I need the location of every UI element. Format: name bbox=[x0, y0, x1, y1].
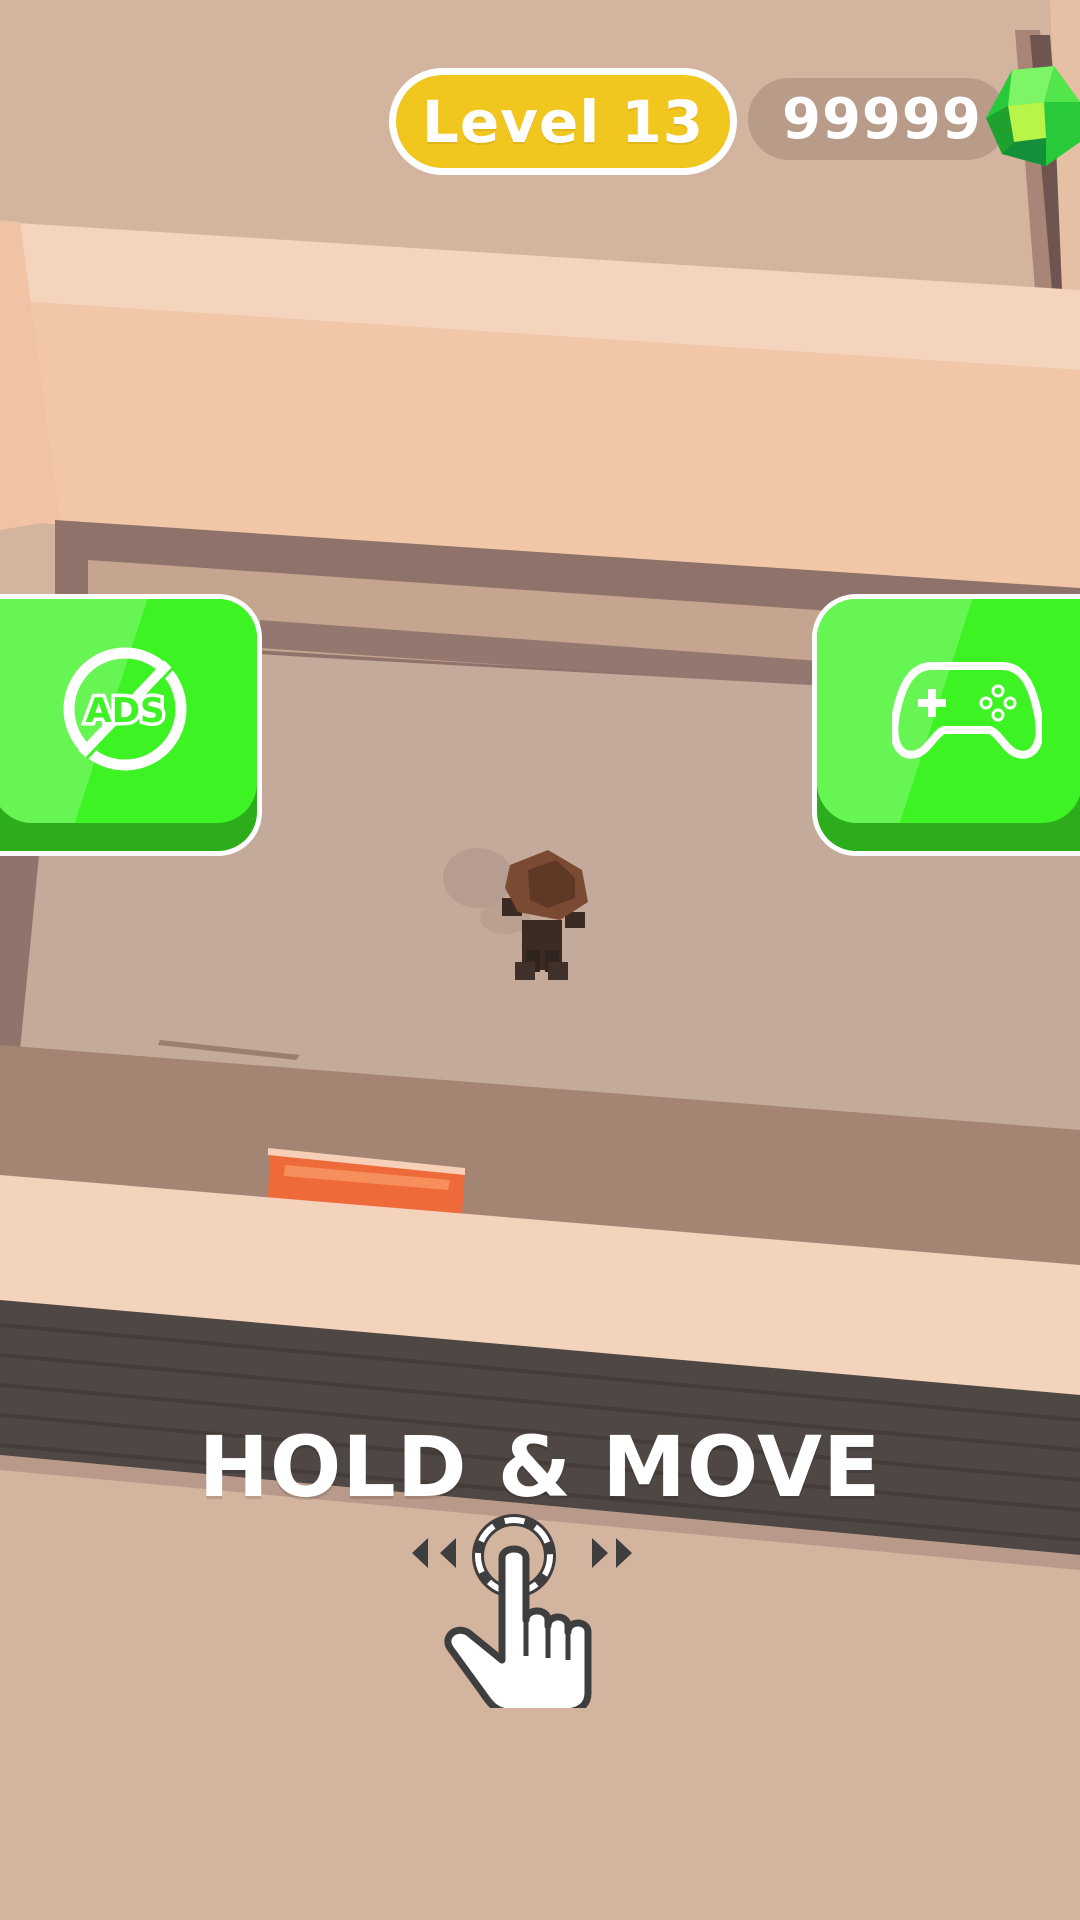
green-gem-icon bbox=[986, 66, 1080, 166]
gamepad-icon bbox=[892, 662, 1042, 759]
gem-count: 99999 bbox=[782, 86, 982, 152]
no-ads-icon: ADS bbox=[63, 647, 187, 771]
level-indicator: Level 13 bbox=[389, 68, 737, 175]
gem-counter: 99999 bbox=[748, 78, 1008, 160]
tutorial-hint-text: HOLD & MOVE bbox=[198, 1418, 882, 1516]
tap-hand-icon bbox=[412, 1514, 632, 1708]
more-games-button[interactable] bbox=[812, 594, 1080, 856]
svg-text:ADS: ADS bbox=[85, 691, 164, 731]
remove-ads-button[interactable]: ADS bbox=[0, 594, 262, 856]
level-label: Level 13 bbox=[421, 87, 705, 156]
